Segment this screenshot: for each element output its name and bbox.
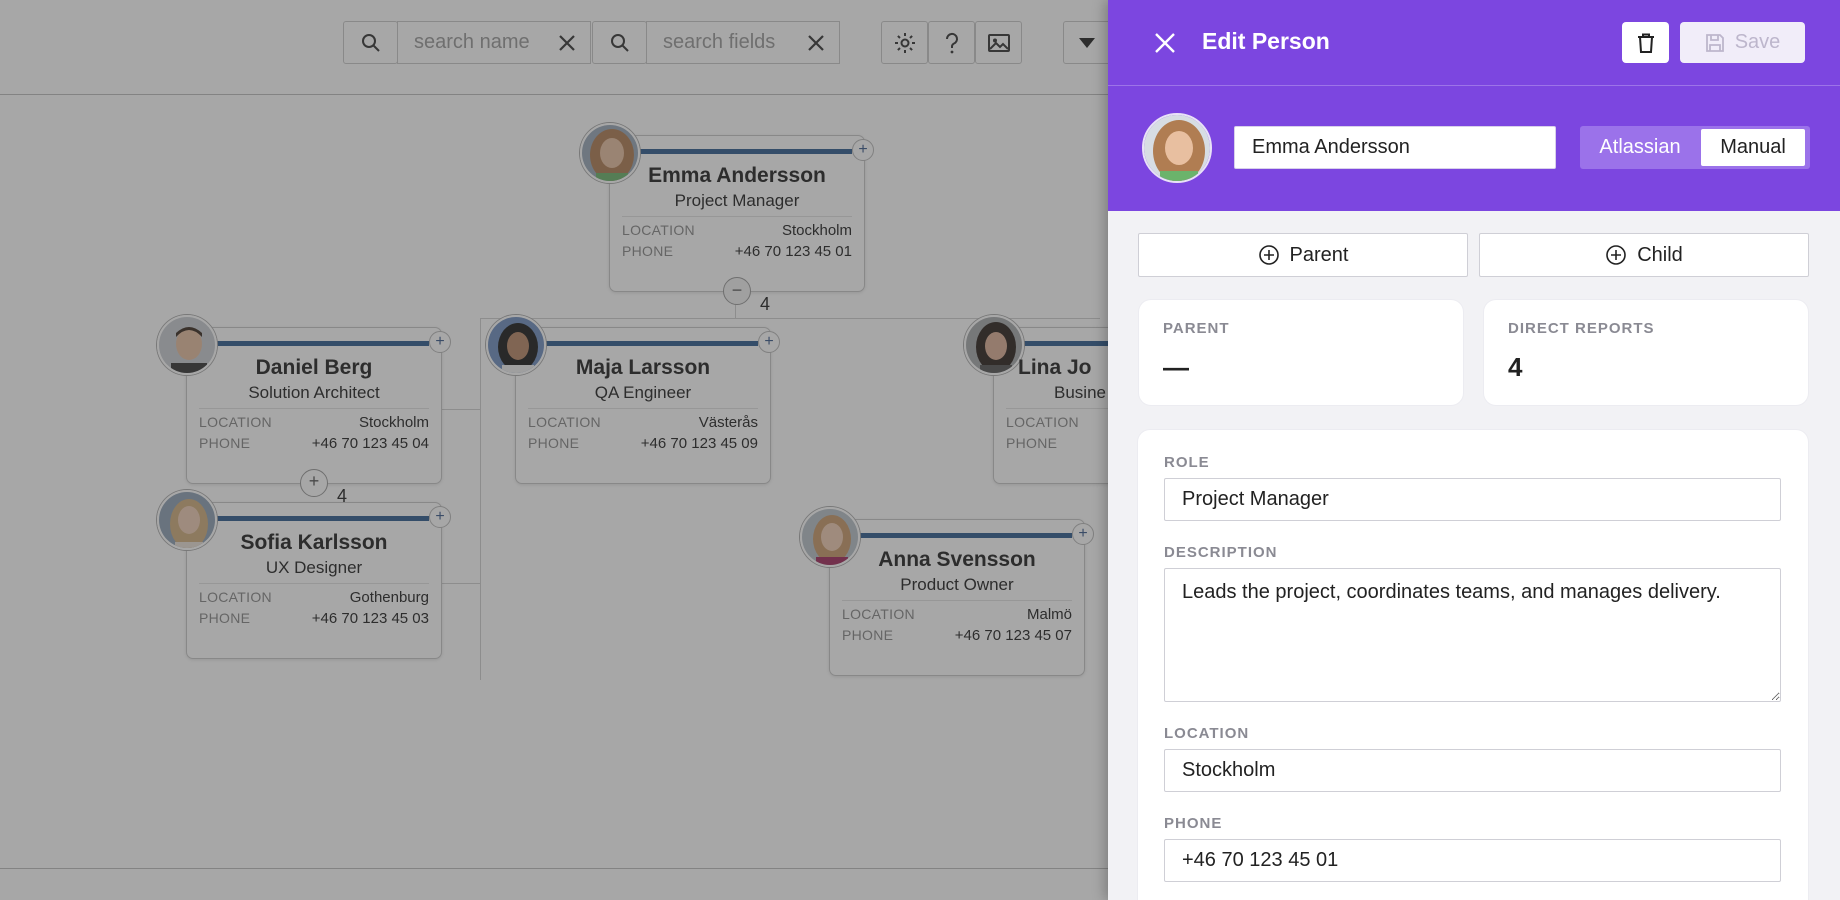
- close-button[interactable]: [1150, 28, 1180, 58]
- phone-input[interactable]: [1164, 839, 1781, 882]
- save-icon: [1705, 33, 1724, 52]
- location-input[interactable]: [1164, 749, 1781, 792]
- plus-circle-icon: [1606, 245, 1627, 265]
- close-icon: [1155, 33, 1175, 53]
- location-label: LOCATION: [1164, 725, 1250, 742]
- role-input[interactable]: [1164, 478, 1781, 521]
- plus-circle-icon: [1258, 245, 1279, 265]
- panel-header: Edit Person Save Atlassian Manual: [1108, 0, 1840, 211]
- save-button[interactable]: Save: [1680, 22, 1805, 63]
- direct-reports-label: DIRECT REPORTS: [1508, 320, 1655, 337]
- add-child-button[interactable]: Child: [1479, 233, 1809, 277]
- person-avatar[interactable]: [1142, 113, 1212, 183]
- direct-reports-value: 4: [1508, 352, 1523, 382]
- person-details-form: ROLE DESCRIPTION Leads the project, coor…: [1138, 430, 1808, 900]
- add-parent-label: Parent: [1289, 243, 1349, 266]
- role-label: ROLE: [1164, 454, 1210, 471]
- modal-backdrop[interactable]: [0, 0, 1108, 900]
- parent-label: PARENT: [1163, 320, 1230, 337]
- add-parent-button[interactable]: Parent: [1138, 233, 1468, 277]
- description-textarea[interactable]: Leads the project, coordinates teams, an…: [1164, 568, 1781, 702]
- parent-stat-card: PARENT —: [1139, 300, 1463, 405]
- panel-title: Edit Person: [1202, 28, 1330, 54]
- trash-icon: [1637, 33, 1654, 53]
- edit-person-panel: Edit Person Save Atlassian Manual Parent…: [1108, 0, 1840, 900]
- add-child-label: Child: [1637, 243, 1683, 266]
- source-toggle: Atlassian Manual: [1580, 126, 1810, 169]
- source-option-atlassian[interactable]: Atlassian: [1580, 126, 1700, 169]
- parent-value: —: [1163, 352, 1189, 382]
- header-divider: [1108, 85, 1840, 86]
- save-label: Save: [1734, 31, 1781, 53]
- direct-reports-stat-card: DIRECT REPORTS 4: [1484, 300, 1808, 405]
- phone-label: PHONE: [1164, 815, 1223, 832]
- source-option-manual[interactable]: Manual: [1701, 129, 1805, 166]
- description-label: DESCRIPTION: [1164, 544, 1278, 561]
- person-name-input[interactable]: [1234, 126, 1556, 169]
- delete-button[interactable]: [1622, 22, 1669, 63]
